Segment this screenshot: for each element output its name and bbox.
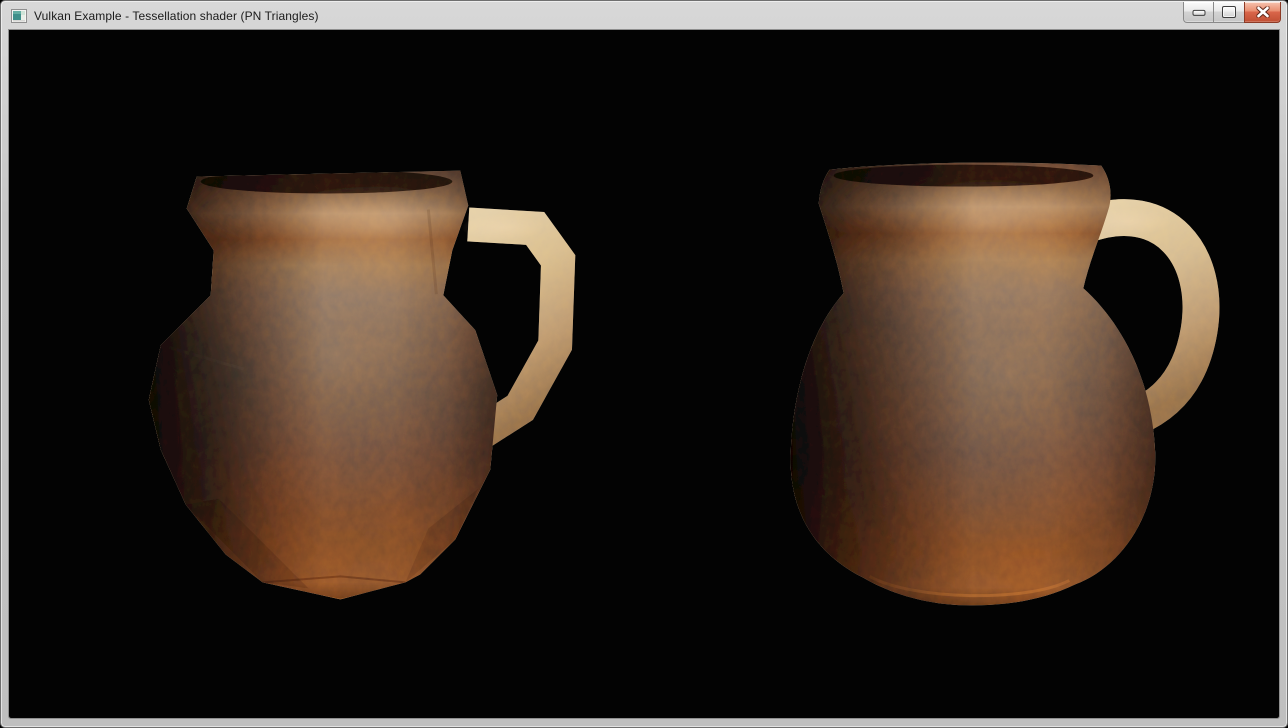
jug-right-tessellated (788, 158, 1201, 612)
vulkan-render (9, 30, 1279, 718)
close-icon (1256, 7, 1269, 18)
app-icon[interactable] (11, 8, 27, 24)
caption-buttons (1184, 2, 1281, 23)
jug-left-untessellated (149, 160, 558, 609)
app-window: Vulkan Example - Tessellation shader (PN… (0, 0, 1288, 728)
minimize-icon (1192, 10, 1205, 16)
maximize-button[interactable] (1213, 2, 1245, 23)
maximize-icon (1222, 6, 1236, 18)
close-button[interactable] (1244, 2, 1281, 23)
titlebar[interactable]: Vulkan Example - Tessellation shader (PN… (2, 2, 1286, 30)
render-viewport[interactable] (9, 30, 1279, 718)
minimize-button[interactable] (1183, 2, 1214, 23)
window-title: Vulkan Example - Tessellation shader (PN… (34, 9, 319, 23)
